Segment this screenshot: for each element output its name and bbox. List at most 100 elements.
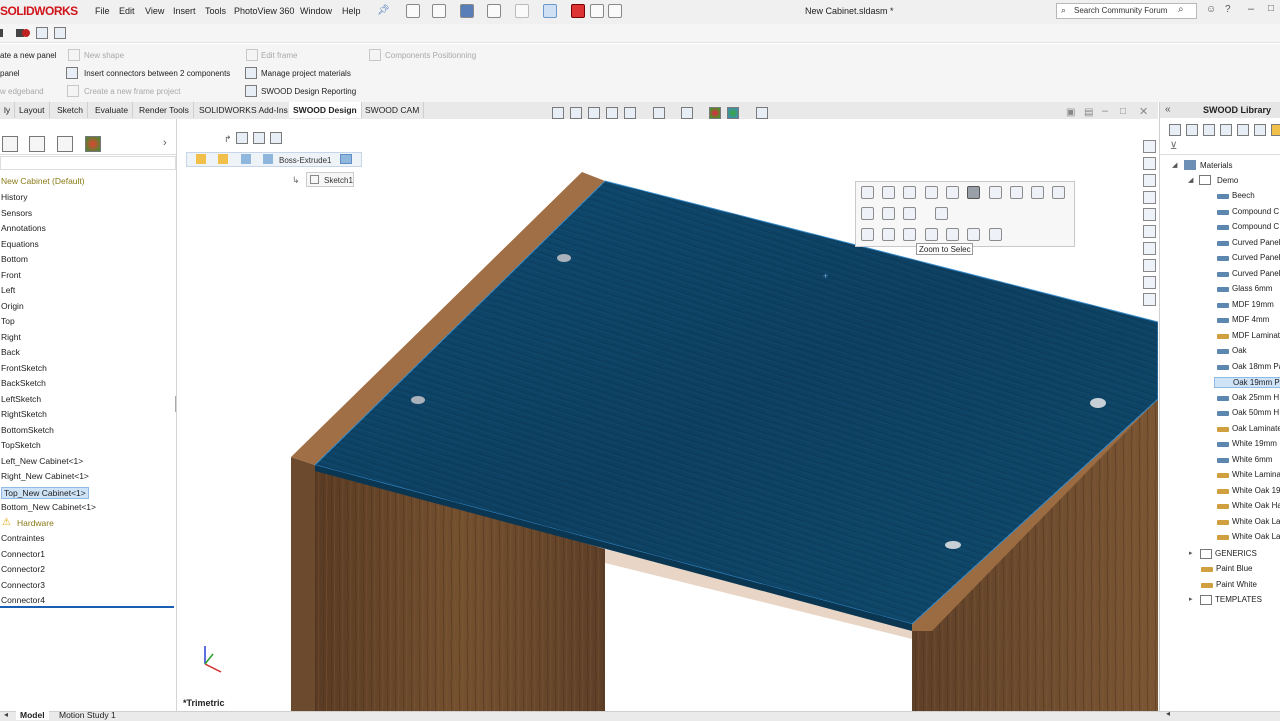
solidworks-logo[interactable]: SOLIDWORKS [0, 4, 78, 18]
material-item[interactable]: Oak Laminate [1232, 424, 1280, 433]
search-input[interactable]: Search Community Forum [1074, 6, 1167, 15]
tab-solidworks-addins[interactable]: SOLIDWORKS Add-Ins [195, 102, 293, 118]
zoom-region-icon[interactable] [925, 186, 938, 199]
hide-show-icon[interactable] [681, 107, 693, 119]
clip-icon[interactable] [1031, 186, 1044, 199]
rebuild-icon[interactable] [571, 4, 585, 18]
menu-tools[interactable]: Tools [205, 6, 226, 16]
cube-icon[interactable] [967, 228, 980, 241]
create-panel-command[interactable]: ate a new panel [0, 51, 57, 60]
expand-arrow-icon[interactable]: ◢ [1172, 161, 1177, 169]
edgeband-command[interactable]: w edgeband [0, 87, 44, 96]
configuration-tab-icon[interactable] [57, 136, 73, 152]
breadcrumb-bar[interactable] [186, 152, 362, 167]
material-item[interactable]: MDF 19mm [1232, 300, 1274, 309]
material-item[interactable]: White Oak 19 [1232, 486, 1280, 495]
material-item[interactable]: Compound C [1232, 207, 1279, 216]
components-positioning-command[interactable]: Components Positionning [385, 51, 476, 60]
frame-project-command[interactable]: Create a new frame project [84, 87, 181, 96]
feature-tree-tab-icon[interactable] [2, 136, 18, 152]
pan-icon[interactable] [882, 186, 895, 199]
attach-icon[interactable] [1010, 186, 1023, 199]
file-properties-icon[interactable] [590, 4, 604, 18]
material-item[interactable]: Curved Panel [1232, 269, 1280, 278]
sort-icon[interactable] [989, 186, 1002, 199]
task-pane-icon[interactable] [1143, 293, 1156, 306]
tab-swood-cam[interactable]: SWOOD CAM [361, 102, 425, 118]
user-icon[interactable]: ☺ [1206, 4, 1216, 15]
tree-item[interactable]: Right [1, 332, 21, 342]
tree-item[interactable]: RightSketch [1, 409, 47, 419]
anchor-icon[interactable] [946, 228, 959, 241]
edit-frame-command[interactable]: Edit frame [261, 51, 297, 60]
tree-item[interactable]: Equations [1, 239, 39, 249]
sketch-line-icon[interactable] [236, 132, 248, 144]
open-icon[interactable] [432, 4, 446, 18]
rollback-bar[interactable] [0, 606, 174, 608]
zoom-to-fit-icon[interactable] [552, 107, 564, 119]
material-item[interactable]: White Oak La [1232, 517, 1280, 526]
material-item[interactable]: White Lamina [1232, 470, 1280, 479]
tab-assembly[interactable]: ly [0, 102, 16, 118]
new-document-icon[interactable] [406, 4, 420, 18]
section-view-icon[interactable] [606, 107, 618, 119]
rotate-icon[interactable] [861, 186, 874, 199]
roll-icon[interactable] [903, 186, 916, 199]
tree-item[interactable]: Bottom [1, 254, 28, 264]
tree-item[interactable]: Connector2 [1, 564, 45, 574]
tree-item[interactable]: Connector3 [1, 580, 45, 590]
tab-evaluate[interactable]: Evaluate [91, 102, 134, 118]
task-pane-icon[interactable] [1143, 191, 1156, 204]
copy-icon[interactable] [861, 228, 874, 241]
tab-model[interactable]: Model [16, 710, 49, 720]
tab-layout[interactable]: Layout [15, 102, 50, 118]
menu-view[interactable]: View [145, 6, 164, 16]
doc-minimize-icon[interactable]: – [1102, 105, 1108, 117]
tree-item[interactable]: Bottom_New Cabinet<1> [1, 502, 96, 512]
breadcrumb-feature[interactable]: Boss-Extrude1 [279, 156, 331, 165]
display-icon[interactable] [989, 228, 1002, 241]
macro-icon[interactable] [36, 27, 48, 39]
edit-appearance-icon[interactable] [709, 107, 721, 119]
tree-item[interactable]: Left_New Cabinet<1> [1, 456, 83, 466]
tab-swood-design[interactable]: SWOOD Design [289, 102, 362, 118]
material-item[interactable]: Oak 19mm Pa [1214, 377, 1280, 388]
task-pane-icon[interactable] [1143, 225, 1156, 238]
chevron-right-icon[interactable]: › [163, 137, 167, 149]
hide-icon-active-icon[interactable] [967, 186, 980, 199]
edit-icon[interactable] [882, 207, 895, 220]
library-tool-icon[interactable] [1203, 124, 1215, 136]
previous-view-icon[interactable] [588, 107, 600, 119]
view-settings-icon[interactable] [756, 107, 768, 119]
tree-item[interactable]: FrontSketch [1, 363, 47, 373]
library-group[interactable]: Paint White [1216, 580, 1257, 589]
tree-item[interactable]: Front [1, 270, 21, 280]
macro-edit-icon[interactable] [54, 27, 66, 39]
corner-icon[interactable] [882, 228, 895, 241]
view-orientation-icon[interactable] [624, 107, 636, 119]
new-shape-command[interactable]: New shape [84, 51, 124, 60]
tree-filter-bar[interactable] [0, 156, 176, 170]
property-manager-tab-icon[interactable] [29, 136, 45, 152]
material-item[interactable]: Glass 6mm [1232, 284, 1272, 293]
menu-help[interactable]: Help [342, 6, 361, 16]
tree-item[interactable]: TopSketch [1, 440, 41, 450]
expand-arrow-icon[interactable]: ▸ [1189, 549, 1193, 557]
tree-item[interactable]: Back [1, 347, 20, 357]
library-tool-icon[interactable] [1237, 124, 1249, 136]
scroll-left-icon[interactable]: ◂ [1166, 709, 1170, 718]
list-icon[interactable] [1052, 186, 1065, 199]
appearance-tab-icon[interactable] [85, 136, 101, 152]
material-item[interactable]: Curved Panel [1232, 238, 1280, 247]
library-tool-icon[interactable] [1271, 124, 1280, 136]
tree-item[interactable]: Sensors [1, 208, 32, 218]
task-pane-icon[interactable] [1143, 242, 1156, 255]
panel-command[interactable]: panel [0, 69, 20, 78]
save-icon[interactable] [460, 4, 474, 18]
record-stop-icon[interactable] [0, 29, 3, 37]
scroll-tabs-icon[interactable]: ◂ [4, 710, 8, 719]
task-pane-icon[interactable] [1143, 174, 1156, 187]
expand-arrow-icon[interactable]: ▸ [1189, 595, 1193, 603]
restore-icon[interactable]: □ [1268, 3, 1274, 14]
scene-icon[interactable] [727, 107, 739, 119]
